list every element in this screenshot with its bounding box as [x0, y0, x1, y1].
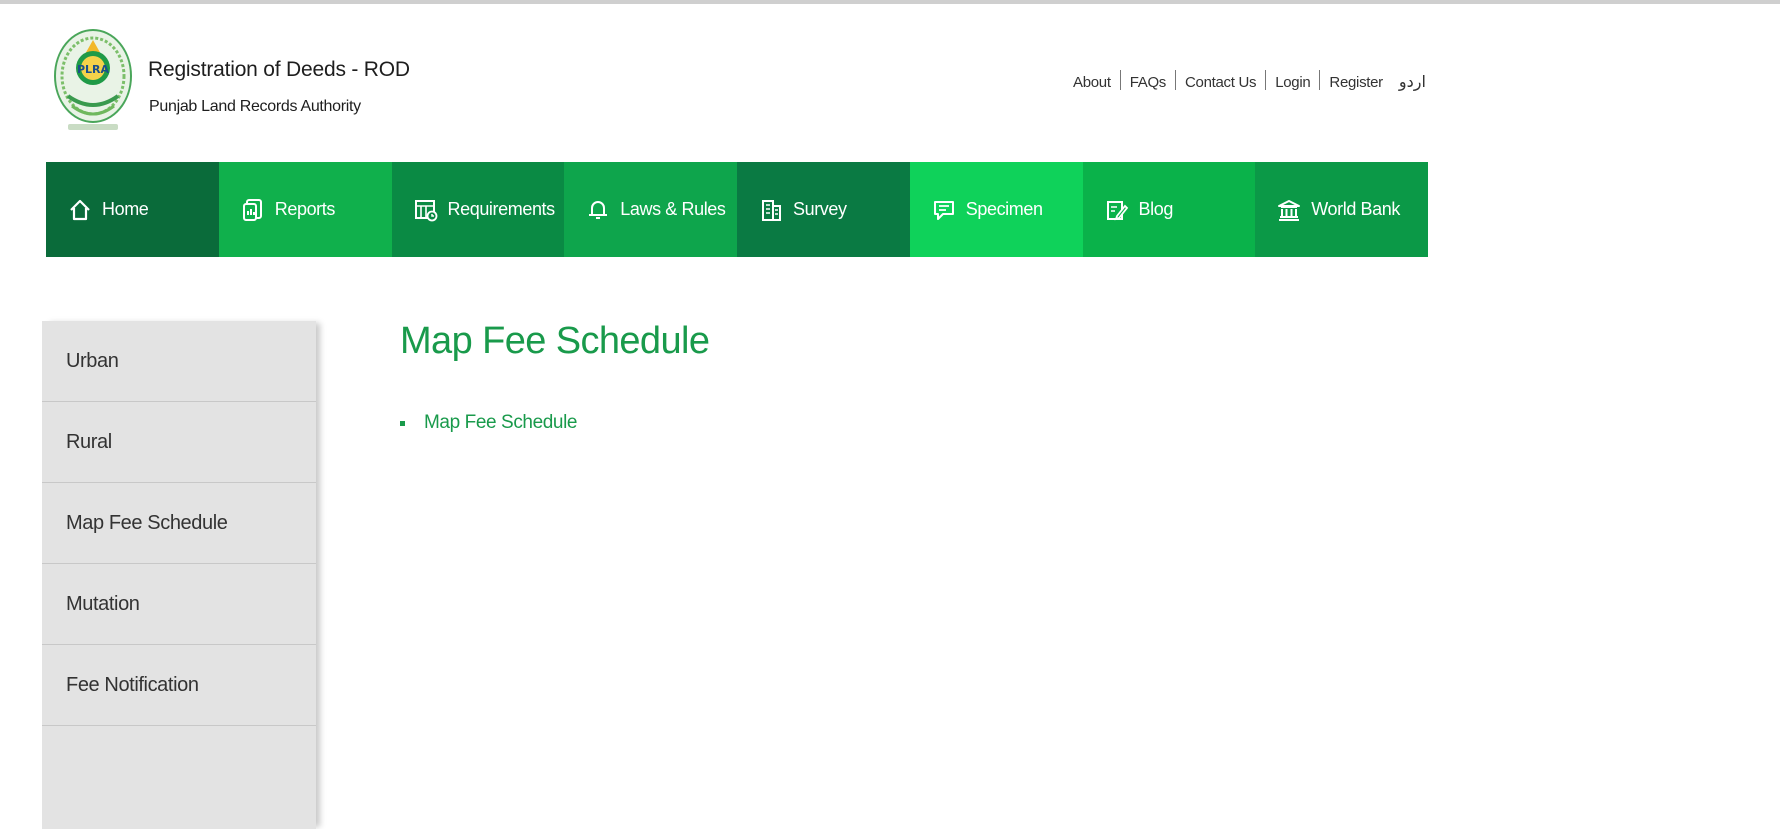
link-separator [1319, 70, 1321, 90]
site-subtitle: Punjab Land Records Authority [149, 98, 361, 115]
nav-item-world-bank[interactable]: World Bank [1255, 162, 1428, 257]
bullet-icon [400, 420, 405, 426]
reports-icon [241, 198, 265, 222]
nav-item-survey[interactable]: Survey [737, 162, 910, 257]
content-link-list: Map Fee Schedule [400, 412, 577, 434]
contact-us-link[interactable]: Contact Us [1185, 74, 1257, 91]
sidebar: Urban Rural Map Fee Schedule Mutation Fe… [42, 321, 316, 829]
nav-item-label: Survey [793, 199, 847, 219]
map-fee-schedule-link[interactable]: Map Fee Schedule [424, 412, 577, 434]
nav-item-requirements[interactable]: Requirements [391, 162, 565, 257]
sidebar-item-mutation[interactable]: Mutation [42, 564, 316, 645]
sidebar-item-fee-notification[interactable]: Fee Notification [42, 645, 316, 726]
requirements-icon [414, 198, 438, 222]
nav-item-reports[interactable]: Reports [218, 162, 392, 257]
top-links: About FAQs Contact Us Login Register ارد… [1073, 70, 1426, 92]
sidebar-item-map-fee-schedule[interactable]: Map Fee Schedule [42, 483, 316, 564]
edit-icon [1105, 198, 1129, 222]
faqs-link[interactable]: FAQs [1130, 74, 1167, 91]
bell-icon [586, 198, 610, 222]
link-separator [1265, 70, 1267, 90]
bank-icon [1277, 198, 1301, 222]
logo-text: PLRA [77, 63, 110, 76]
link-separator [1175, 70, 1177, 90]
list-item: Map Fee Schedule [400, 412, 577, 434]
urdu-language-link[interactable]: اردو [1399, 72, 1426, 92]
nav-item-label: Home [102, 199, 149, 219]
main-nav: Home Reports Requirements Laws & Rules S… [46, 162, 1428, 257]
nav-item-label: Laws & Rules [620, 199, 726, 219]
login-link[interactable]: Login [1275, 74, 1311, 91]
home-icon [68, 198, 92, 222]
site-title: Registration of Deeds - ROD [148, 58, 410, 81]
chat-icon [932, 198, 956, 222]
nav-item-home[interactable]: Home [46, 162, 219, 257]
nav-item-label: World Bank [1311, 199, 1400, 219]
building-icon [759, 198, 783, 222]
nav-item-label: Specimen [965, 199, 1043, 219]
plra-logo[interactable]: PLRA [52, 26, 134, 138]
sidebar-item-urban[interactable]: Urban [42, 321, 316, 402]
site-header: PLRA Registration of Deeds - ROD Punjab … [0, 0, 1780, 160]
register-link[interactable]: Register [1329, 74, 1383, 91]
about-link[interactable]: About [1073, 74, 1111, 91]
sidebar-item-rural[interactable]: Rural [42, 402, 316, 483]
nav-item-label: Reports [274, 199, 336, 219]
nav-item-label: Requirements [447, 199, 556, 219]
nav-item-label: Blog [1138, 199, 1174, 219]
nav-item-blog[interactable]: Blog [1082, 162, 1256, 257]
link-separator [1119, 70, 1121, 90]
page-title: Map Fee Schedule [400, 320, 710, 362]
nav-item-laws-rules[interactable]: Laws & Rules [564, 162, 737, 257]
nav-item-specimen[interactable]: Specimen [909, 162, 1083, 257]
